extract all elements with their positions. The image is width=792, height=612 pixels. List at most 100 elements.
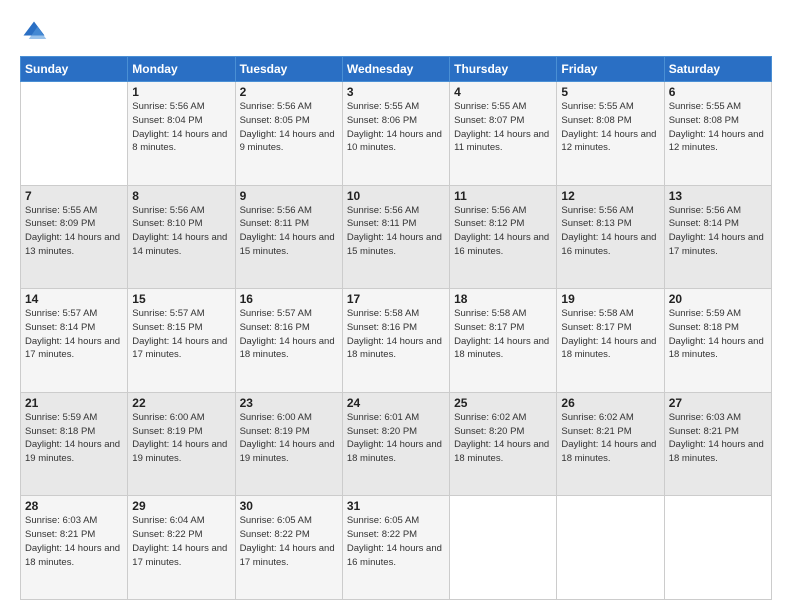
day-number: 25 — [454, 396, 552, 410]
weekday-header-monday: Monday — [128, 57, 235, 82]
calendar-cell: 28Sunrise: 6:03 AMSunset: 8:21 PMDayligh… — [21, 496, 128, 600]
day-number: 27 — [669, 396, 767, 410]
day-number: 18 — [454, 292, 552, 306]
calendar-cell: 20Sunrise: 5:59 AMSunset: 8:18 PMDayligh… — [664, 289, 771, 393]
day-number: 28 — [25, 499, 123, 513]
calendar-week-row: 14Sunrise: 5:57 AMSunset: 8:14 PMDayligh… — [21, 289, 772, 393]
calendar-cell: 7Sunrise: 5:55 AMSunset: 8:09 PMDaylight… — [21, 185, 128, 289]
logo — [20, 18, 52, 46]
calendar-cell: 10Sunrise: 5:56 AMSunset: 8:11 PMDayligh… — [342, 185, 449, 289]
day-info: Sunrise: 6:02 AMSunset: 8:21 PMDaylight:… — [561, 411, 659, 466]
calendar-cell — [557, 496, 664, 600]
calendar-cell — [21, 82, 128, 186]
day-info: Sunrise: 5:56 AMSunset: 8:11 PMDaylight:… — [240, 204, 338, 259]
calendar-cell: 21Sunrise: 5:59 AMSunset: 8:18 PMDayligh… — [21, 392, 128, 496]
day-info: Sunrise: 5:56 AMSunset: 8:14 PMDaylight:… — [669, 204, 767, 259]
day-info: Sunrise: 5:55 AMSunset: 8:09 PMDaylight:… — [25, 204, 123, 259]
day-info: Sunrise: 5:56 AMSunset: 8:11 PMDaylight:… — [347, 204, 445, 259]
day-number: 16 — [240, 292, 338, 306]
calendar-table: SundayMondayTuesdayWednesdayThursdayFrid… — [20, 56, 772, 600]
day-number: 9 — [240, 189, 338, 203]
day-info: Sunrise: 5:56 AMSunset: 8:05 PMDaylight:… — [240, 100, 338, 155]
day-info: Sunrise: 5:56 AMSunset: 8:04 PMDaylight:… — [132, 100, 230, 155]
calendar-cell: 16Sunrise: 5:57 AMSunset: 8:16 PMDayligh… — [235, 289, 342, 393]
day-info: Sunrise: 5:59 AMSunset: 8:18 PMDaylight:… — [669, 307, 767, 362]
day-info: Sunrise: 6:02 AMSunset: 8:20 PMDaylight:… — [454, 411, 552, 466]
calendar-cell: 25Sunrise: 6:02 AMSunset: 8:20 PMDayligh… — [450, 392, 557, 496]
day-number: 2 — [240, 85, 338, 99]
calendar-cell: 3Sunrise: 5:55 AMSunset: 8:06 PMDaylight… — [342, 82, 449, 186]
day-info: Sunrise: 5:55 AMSunset: 8:07 PMDaylight:… — [454, 100, 552, 155]
day-number: 26 — [561, 396, 659, 410]
day-info: Sunrise: 6:00 AMSunset: 8:19 PMDaylight:… — [132, 411, 230, 466]
calendar-cell: 30Sunrise: 6:05 AMSunset: 8:22 PMDayligh… — [235, 496, 342, 600]
day-number: 12 — [561, 189, 659, 203]
day-info: Sunrise: 5:55 AMSunset: 8:08 PMDaylight:… — [561, 100, 659, 155]
day-number: 17 — [347, 292, 445, 306]
day-info: Sunrise: 6:05 AMSunset: 8:22 PMDaylight:… — [347, 514, 445, 569]
calendar-cell: 24Sunrise: 6:01 AMSunset: 8:20 PMDayligh… — [342, 392, 449, 496]
day-number: 23 — [240, 396, 338, 410]
day-info: Sunrise: 5:58 AMSunset: 8:17 PMDaylight:… — [454, 307, 552, 362]
day-info: Sunrise: 5:58 AMSunset: 8:16 PMDaylight:… — [347, 307, 445, 362]
day-info: Sunrise: 5:56 AMSunset: 8:10 PMDaylight:… — [132, 204, 230, 259]
day-number: 15 — [132, 292, 230, 306]
day-number: 31 — [347, 499, 445, 513]
day-number: 11 — [454, 189, 552, 203]
day-number: 24 — [347, 396, 445, 410]
calendar-cell: 9Sunrise: 5:56 AMSunset: 8:11 PMDaylight… — [235, 185, 342, 289]
calendar-cell: 6Sunrise: 5:55 AMSunset: 8:08 PMDaylight… — [664, 82, 771, 186]
day-number: 21 — [25, 396, 123, 410]
day-info: Sunrise: 6:03 AMSunset: 8:21 PMDaylight:… — [669, 411, 767, 466]
day-info: Sunrise: 6:01 AMSunset: 8:20 PMDaylight:… — [347, 411, 445, 466]
weekday-header-tuesday: Tuesday — [235, 57, 342, 82]
calendar-cell: 8Sunrise: 5:56 AMSunset: 8:10 PMDaylight… — [128, 185, 235, 289]
calendar-cell: 23Sunrise: 6:00 AMSunset: 8:19 PMDayligh… — [235, 392, 342, 496]
day-number: 29 — [132, 499, 230, 513]
weekday-header-saturday: Saturday — [664, 57, 771, 82]
day-info: Sunrise: 5:57 AMSunset: 8:14 PMDaylight:… — [25, 307, 123, 362]
header — [20, 18, 772, 46]
day-number: 13 — [669, 189, 767, 203]
day-info: Sunrise: 5:56 AMSunset: 8:12 PMDaylight:… — [454, 204, 552, 259]
calendar-cell — [450, 496, 557, 600]
day-number: 1 — [132, 85, 230, 99]
calendar-cell: 19Sunrise: 5:58 AMSunset: 8:17 PMDayligh… — [557, 289, 664, 393]
calendar-cell: 17Sunrise: 5:58 AMSunset: 8:16 PMDayligh… — [342, 289, 449, 393]
calendar-cell: 14Sunrise: 5:57 AMSunset: 8:14 PMDayligh… — [21, 289, 128, 393]
day-info: Sunrise: 5:57 AMSunset: 8:16 PMDaylight:… — [240, 307, 338, 362]
day-info: Sunrise: 6:05 AMSunset: 8:22 PMDaylight:… — [240, 514, 338, 569]
weekday-header-thursday: Thursday — [450, 57, 557, 82]
calendar-cell: 22Sunrise: 6:00 AMSunset: 8:19 PMDayligh… — [128, 392, 235, 496]
day-info: Sunrise: 5:59 AMSunset: 8:18 PMDaylight:… — [25, 411, 123, 466]
day-info: Sunrise: 5:55 AMSunset: 8:08 PMDaylight:… — [669, 100, 767, 155]
day-number: 30 — [240, 499, 338, 513]
day-number: 7 — [25, 189, 123, 203]
calendar-cell: 26Sunrise: 6:02 AMSunset: 8:21 PMDayligh… — [557, 392, 664, 496]
calendar-cell: 18Sunrise: 5:58 AMSunset: 8:17 PMDayligh… — [450, 289, 557, 393]
calendar-cell: 29Sunrise: 6:04 AMSunset: 8:22 PMDayligh… — [128, 496, 235, 600]
day-number: 20 — [669, 292, 767, 306]
day-info: Sunrise: 5:57 AMSunset: 8:15 PMDaylight:… — [132, 307, 230, 362]
calendar-cell: 11Sunrise: 5:56 AMSunset: 8:12 PMDayligh… — [450, 185, 557, 289]
calendar-cell: 12Sunrise: 5:56 AMSunset: 8:13 PMDayligh… — [557, 185, 664, 289]
day-number: 8 — [132, 189, 230, 203]
calendar-cell: 13Sunrise: 5:56 AMSunset: 8:14 PMDayligh… — [664, 185, 771, 289]
calendar-cell: 5Sunrise: 5:55 AMSunset: 8:08 PMDaylight… — [557, 82, 664, 186]
day-number: 14 — [25, 292, 123, 306]
day-number: 5 — [561, 85, 659, 99]
day-number: 3 — [347, 85, 445, 99]
calendar-week-row: 1Sunrise: 5:56 AMSunset: 8:04 PMDaylight… — [21, 82, 772, 186]
calendar-cell: 4Sunrise: 5:55 AMSunset: 8:07 PMDaylight… — [450, 82, 557, 186]
logo-icon — [20, 18, 48, 46]
day-info: Sunrise: 6:04 AMSunset: 8:22 PMDaylight:… — [132, 514, 230, 569]
weekday-header-friday: Friday — [557, 57, 664, 82]
weekday-header-row: SundayMondayTuesdayWednesdayThursdayFrid… — [21, 57, 772, 82]
calendar-week-row: 7Sunrise: 5:55 AMSunset: 8:09 PMDaylight… — [21, 185, 772, 289]
day-info: Sunrise: 5:58 AMSunset: 8:17 PMDaylight:… — [561, 307, 659, 362]
calendar-cell — [664, 496, 771, 600]
calendar-cell: 1Sunrise: 5:56 AMSunset: 8:04 PMDaylight… — [128, 82, 235, 186]
weekday-header-wednesday: Wednesday — [342, 57, 449, 82]
calendar-week-row: 21Sunrise: 5:59 AMSunset: 8:18 PMDayligh… — [21, 392, 772, 496]
weekday-header-sunday: Sunday — [21, 57, 128, 82]
